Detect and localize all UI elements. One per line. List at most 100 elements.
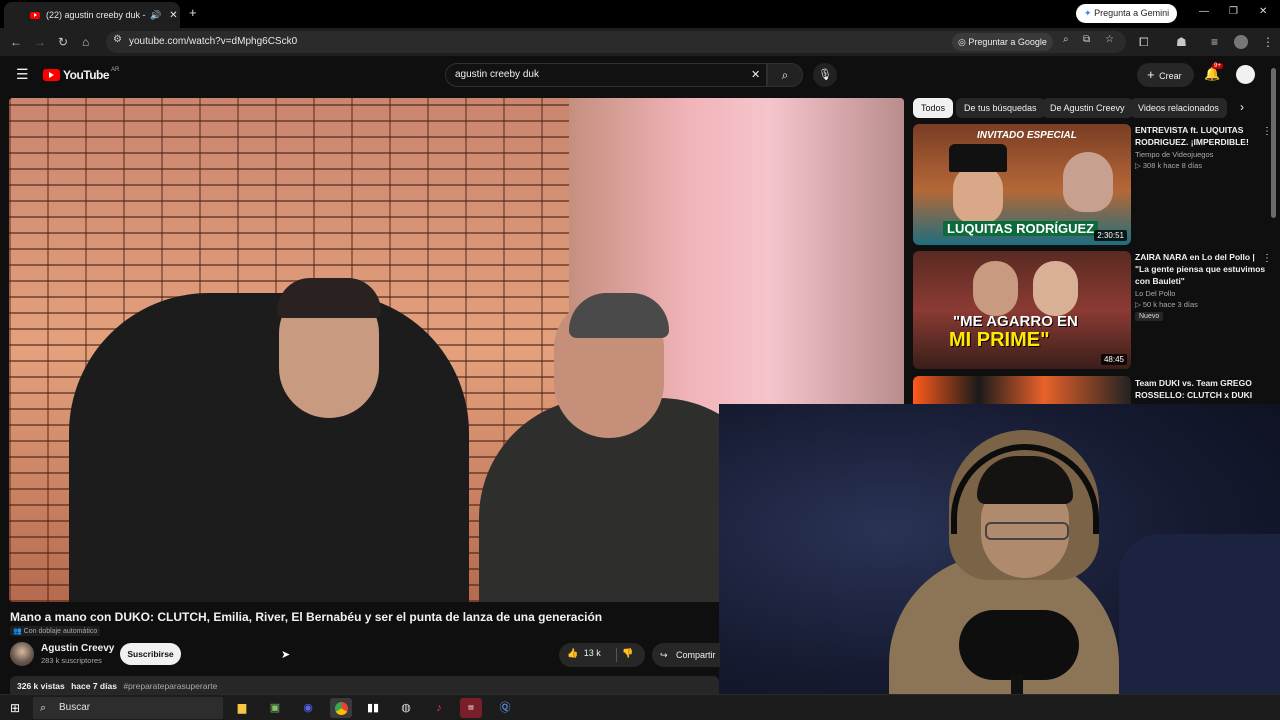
account-avatar[interactable]: [1236, 65, 1255, 84]
home-icon[interactable]: ⌂: [82, 28, 89, 56]
window-close-icon[interactable]: ✕: [1259, 6, 1267, 17]
tab-close-icon[interactable]: ✕: [169, 10, 177, 21]
hamburger-menu-icon[interactable]: ☰: [16, 66, 29, 83]
share-arrow-icon: ↪: [660, 650, 668, 660]
youtube-logo[interactable]: YouTube AR: [43, 67, 119, 82]
view-count: 326 k vistas: [17, 681, 65, 691]
browser-tab-active[interactable]: (22) agustin creeby duk - Yo 🔊 ✕: [4, 2, 180, 28]
video-title: Mano a mano con DUKO: CLUTCH, Emilia, Ri…: [10, 610, 603, 624]
tiktok-icon[interactable]: ♪: [428, 698, 450, 718]
like-dislike-bar: 👍 13 k 👎: [559, 643, 645, 667]
rec-2-more-icon[interactable]: ⋮: [1262, 253, 1272, 264]
qbittorrent-icon[interactable]: Ⓠ: [494, 698, 516, 718]
dub-icon: 👥: [13, 628, 24, 635]
cast-icon[interactable]: ⧉: [1083, 34, 1090, 45]
taskbar-search-icon: ⌕: [40, 702, 47, 714]
webcam-couch: [1119, 534, 1280, 720]
rec-2-thumb-person-right: [1033, 261, 1078, 316]
search-input[interactable]: agustin creeby duk ✕: [445, 63, 767, 87]
like-button[interactable]: 👍 13 k: [567, 648, 601, 659]
photos-app-icon[interactable]: ▣: [264, 698, 286, 718]
create-button[interactable]: + Crear: [1137, 63, 1194, 87]
bookmark-star-icon[interactable]: ☆: [1105, 34, 1114, 45]
rec-1-thumb-person-left: [953, 164, 1003, 224]
gemini-button[interactable]: ✦ Pregunta a Gemini: [1076, 4, 1177, 23]
channel-name[interactable]: Agustin Creevy: [41, 643, 114, 654]
youtube-logo-text: YouTube: [63, 68, 110, 82]
media-queue-icon[interactable]: ≡: [1211, 28, 1218, 56]
chip-de-agustin-creevy[interactable]: De Agustin Creevy: [1042, 98, 1133, 118]
chrome-logo-icon: [334, 701, 348, 715]
microphone-icon: 🎙: [818, 69, 832, 81]
share-button[interactable]: ↪ Compartir: [652, 643, 720, 667]
chip-videos-relacionados[interactable]: Videos relacionados: [1130, 98, 1227, 118]
chrome-icon[interactable]: [330, 698, 352, 718]
subscriber-count: 283 k suscriptores: [41, 656, 102, 665]
window-minimize-icon[interactable]: —: [1199, 6, 1209, 17]
rec-2-title[interactable]: ZAIRA NARA en Lo del Pollo | "La gente p…: [1135, 251, 1270, 287]
thumbs-down-icon: 👎: [622, 648, 634, 658]
rec-1-thumb-caption-bottom: LUQUITAS RODRÍGUEZ: [943, 221, 1099, 236]
webcam-glasses: [985, 522, 1069, 540]
subscribe-button[interactable]: Suscribirse: [120, 643, 181, 665]
rec-1-thumb-hat: [949, 144, 1007, 172]
share-label: Compartir: [676, 650, 716, 660]
plus-icon: +: [1147, 67, 1155, 82]
search-button[interactable]: ⌕: [767, 63, 803, 87]
rec-1-thumb-person-right: [1063, 152, 1113, 212]
site-info-icon[interactable]: ⚙: [113, 34, 122, 45]
description-box[interactable]: 326 k vistas hace 7 días #preparateparas…: [10, 676, 719, 696]
browser-tab-strip: ⌄ (22) agustin creeby duk - Yo 🔊 ✕ + ✦ P…: [0, 0, 1280, 28]
hashtag-link[interactable]: #preparateparasuperarte: [123, 681, 217, 691]
profile-avatar-icon[interactable]: [1234, 35, 1248, 49]
discord-icon[interactable]: ◉: [297, 698, 319, 718]
mouse-cursor-icon: ➤: [281, 649, 291, 661]
file-explorer-icon[interactable]: ▆: [231, 698, 253, 718]
windows-taskbar: ⊞ ⌕ Buscar ▆ ▣ ◉ ▮▮ ◍ ♪ ▤ Ⓠ: [0, 694, 1280, 720]
rec-3-title[interactable]: Team DUKI vs. Team GREGO ROSSELLO: CLUTC…: [1135, 377, 1270, 404]
google-ask-button[interactable]: ◎ Preguntar a Google: [952, 33, 1053, 51]
page-scrollbar[interactable]: [1271, 68, 1276, 218]
rec-1-channel[interactable]: Tiempo de Videojuegos: [1135, 150, 1213, 159]
rec-1-more-icon[interactable]: ⋮: [1262, 126, 1272, 137]
rec-thumbnail-1[interactable]: INVITADO ESPECIAL LUQUITAS RODRÍGUEZ 2:3…: [913, 124, 1131, 245]
dislike-button[interactable]: 👎: [622, 648, 633, 659]
rec-2-new-badge: Nuevo: [1135, 312, 1164, 321]
channel-avatar[interactable]: [10, 642, 34, 666]
back-arrow-icon[interactable]: ←: [10, 28, 22, 56]
rec-thumbnail-3[interactable]: [913, 376, 1131, 404]
rec-1-meta: ▷ 308 k hace 8 días: [1135, 161, 1203, 170]
window-restore-icon[interactable]: ❐: [1229, 6, 1238, 17]
voice-meeter-icon[interactable]: ▤: [460, 698, 482, 718]
extensions-icon[interactable]: ⧠: [1139, 28, 1149, 56]
url-text[interactable]: youtube.com/watch?v=dMphg6CSck0: [129, 36, 297, 47]
notifications-button[interactable]: 🔔 9+: [1204, 63, 1223, 82]
chrome-menu-icon[interactable]: ⋮: [1262, 28, 1274, 56]
divider: [616, 648, 617, 662]
rec-2-thumb-caption-top: "ME AGARRO EN: [953, 313, 1078, 330]
chips-next-chevron-icon[interactable]: ›: [1240, 100, 1244, 114]
tab-audio-icon[interactable]: 🔊: [150, 10, 161, 21]
tab-title: (22) agustin creeby duk - Yo: [46, 10, 146, 20]
address-bar[interactable]: ⚙ youtube.com/watch?v=dMphg6CSck0 ◎ Preg…: [106, 31, 1126, 53]
new-tab-button[interactable]: +: [189, 5, 197, 20]
chip-todos[interactable]: Todos: [913, 98, 954, 118]
clear-search-icon[interactable]: ✕: [751, 64, 760, 86]
views-play-icon: ▷: [1135, 161, 1143, 170]
windows-start-icon[interactable]: ⊞: [10, 701, 20, 715]
chip-de-tus-busquedas[interactable]: De tus búsquedas: [956, 98, 1045, 118]
reload-icon[interactable]: ↻: [58, 28, 68, 56]
forward-arrow-icon[interactable]: →: [34, 28, 46, 56]
rec-1-title[interactable]: ENTREVISTA ft. LUQUITAS RODRIGUEZ. ¡IMPE…: [1135, 124, 1270, 148]
browser-toolbar: ← → ↻ ⌂ ⚙ youtube.com/watch?v=dMphg6CSck…: [0, 28, 1280, 56]
taskbar-search-input[interactable]: ⌕ Buscar: [33, 697, 223, 719]
incognito-icon[interactable]: ☗: [1176, 28, 1187, 56]
zoom-icon[interactable]: ⌕: [1063, 34, 1069, 45]
obs-icon[interactable]: ◍: [395, 698, 417, 718]
rec-2-channel[interactable]: Lo Del Pollo: [1135, 289, 1175, 298]
voice-search-button[interactable]: 🎙: [813, 63, 837, 87]
google-lens-icon: ◎: [958, 37, 966, 47]
rec-thumbnail-2[interactable]: "ME AGARRO EN MI PRIME" 48:45: [913, 251, 1131, 369]
youtube-play-icon: [43, 69, 60, 81]
audio-app-icon[interactable]: ▮▮: [362, 698, 384, 718]
